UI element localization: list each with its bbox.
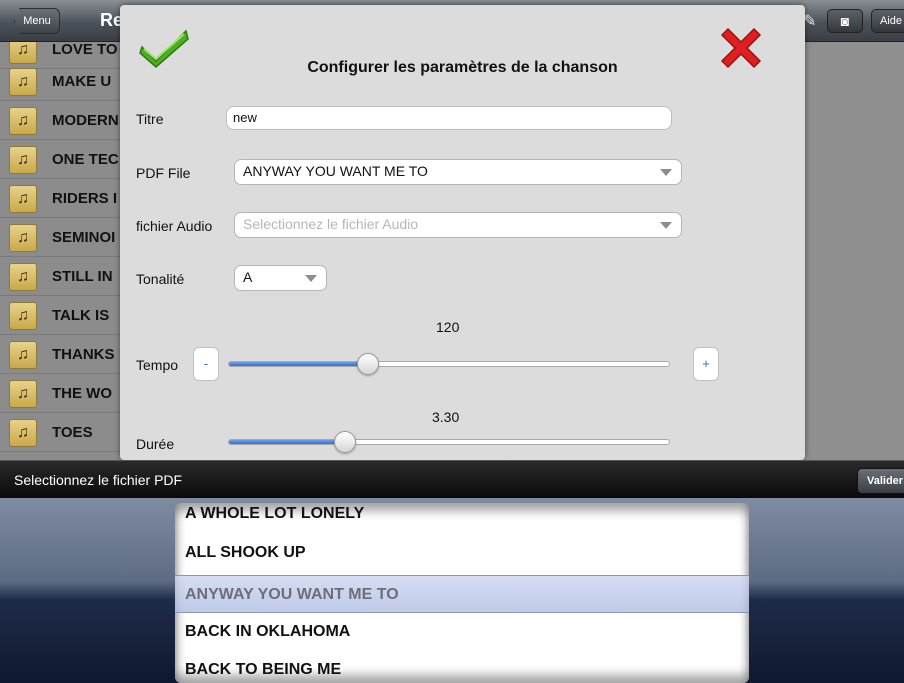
audio-file-label: fichier Audio — [136, 218, 213, 234]
song-name: ONE TEC — [52, 151, 119, 168]
duration-value: 3.30 — [432, 409, 460, 425]
picker-selection-band[interactable]: ANYWAY YOU WANT ME TO — [175, 575, 749, 613]
song-name: MAKE U — [52, 73, 112, 90]
dropdown-arrow-icon — [659, 167, 673, 177]
music-note-icon: ♫ — [9, 224, 37, 252]
tempo-slider[interactable] — [228, 353, 670, 375]
picker-item[interactable]: BACK IN OKLAHOMA — [185, 623, 350, 641]
key-value: A — [243, 269, 253, 285]
duration-slider-thumb[interactable] — [334, 431, 356, 453]
tempo-increase-button[interactable]: + — [693, 347, 719, 381]
song-name: RIDERS I — [52, 190, 118, 207]
dropdown-arrow-icon — [659, 220, 673, 230]
edit-icon[interactable]: ✎ — [803, 11, 819, 31]
song-name: LOVE TO — [52, 42, 118, 58]
song-name: STILL IN — [52, 268, 113, 285]
picker-item[interactable]: A WHOLE LOT LONELY — [185, 505, 364, 523]
title-label: Titre — [136, 111, 164, 127]
key-select[interactable]: A — [234, 265, 327, 291]
song-name: THANKS — [52, 346, 115, 363]
music-note-icon: ♫ — [9, 302, 37, 330]
camera-icon: ◙ — [840, 13, 850, 29]
tempo-decrease-button[interactable]: - — [193, 347, 219, 381]
duration-label: Durée — [136, 436, 175, 452]
tempo-slider-thumb[interactable] — [357, 353, 379, 375]
song-name: THE WO — [52, 385, 112, 402]
pdf-file-value: ANYWAY YOU WANT ME TO — [243, 163, 428, 179]
music-note-icon: ♫ — [9, 341, 37, 369]
song-name: SEMINOI — [52, 229, 116, 246]
song-name: MODERN — [52, 112, 119, 129]
pdf-file-select[interactable]: ANYWAY YOU WANT ME TO — [234, 159, 682, 185]
key-label: Tonalité — [136, 271, 185, 287]
music-note-icon: ♫ — [9, 146, 37, 174]
picker-title: Selectionnez le fichier PDF — [14, 472, 183, 488]
menu-button[interactable]: Menu — [14, 8, 60, 34]
music-note-icon: ♫ — [9, 419, 37, 447]
audio-file-select[interactable]: Selectionnez le fichier Audio — [234, 212, 682, 238]
music-note-icon: ♫ — [9, 185, 37, 213]
music-note-icon: ♫ — [9, 42, 37, 64]
song-name: TOES — [52, 424, 93, 441]
song-settings-dialog: Configurer les paramètres de la chanson … — [120, 5, 805, 460]
duration-slider-fill — [229, 440, 345, 444]
picker-toolbar: Selectionnez le fichier PDF Valider — [0, 460, 904, 498]
pdf-picker-wheel[interactable]: A WHOLE LOT LONELY ALL SHOOK UP ANYWAY Y… — [175, 503, 749, 683]
picker-item-selected: ANYWAY YOU WANT ME TO — [185, 586, 399, 603]
validate-button[interactable]: Valider — [857, 468, 904, 494]
dialog-title: Configurer les paramètres de la chanson — [307, 59, 618, 76]
music-note-icon: ♫ — [9, 68, 37, 96]
pdf-file-label: PDF File — [136, 165, 191, 181]
title-input[interactable]: new — [226, 106, 672, 130]
detail-pane-background — [805, 42, 904, 460]
tempo-slider-fill — [229, 362, 368, 366]
music-note-icon: ♫ — [9, 107, 37, 135]
song-name: TALK IS — [52, 307, 110, 324]
audio-file-placeholder: Selectionnez le fichier Audio — [243, 216, 419, 232]
duration-slider[interactable] — [228, 431, 670, 453]
help-button[interactable]: Aide — [871, 9, 904, 33]
tempo-value: 120 — [436, 319, 460, 335]
camera-button[interactable]: ◙ — [827, 9, 863, 33]
picker-item[interactable]: ALL SHOOK UP — [185, 544, 306, 562]
tempo-label: Tempo — [136, 357, 179, 373]
picker-item[interactable]: BACK TO BEING ME — [185, 661, 341, 679]
music-note-icon: ♫ — [9, 380, 37, 408]
music-note-icon: ♫ — [9, 263, 37, 291]
dropdown-arrow-icon — [304, 273, 318, 283]
